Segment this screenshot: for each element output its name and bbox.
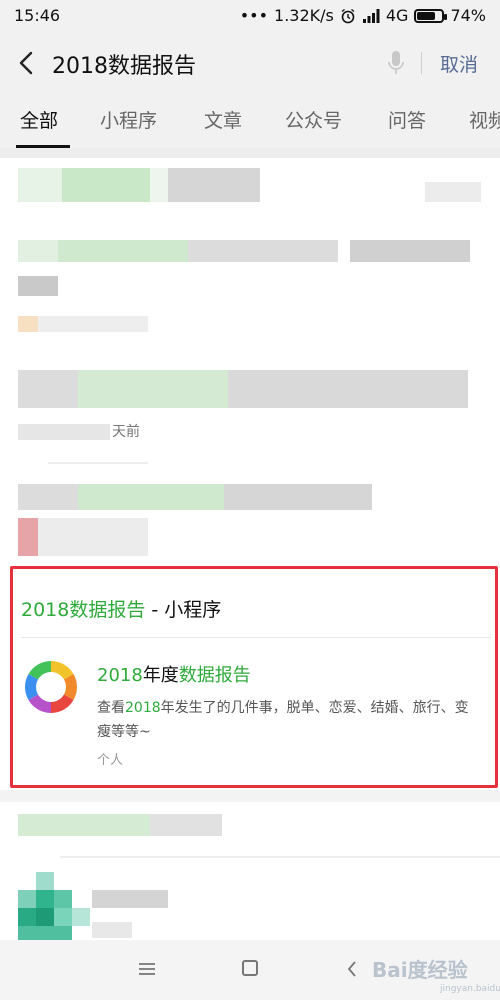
- app-description: 查看2018年发生了的几件事，脱单、恋爱、结婚、旅行、变瘦等等~: [97, 696, 481, 744]
- pixel-block: [168, 168, 260, 202]
- app-name-keyword: 数据报告: [178, 665, 251, 686]
- app-account-type: 个人: [97, 753, 124, 768]
- section-gap: [0, 790, 500, 802]
- network-speed: 1.32K/s: [274, 6, 334, 25]
- app-name-year: 2018: [97, 665, 143, 686]
- tab-videos[interactable]: 视频: [469, 106, 500, 133]
- section-title[interactable]: 2018数据报告 - 小程序: [21, 595, 221, 622]
- pixel-block: [38, 316, 148, 332]
- pixel-block: [62, 168, 150, 202]
- tab-mini-programs[interactable]: 小程序: [100, 106, 157, 133]
- pixel-block: [18, 518, 38, 556]
- pixel-block: [150, 168, 168, 202]
- pixel-block: [38, 518, 148, 556]
- section-separator: [0, 148, 500, 158]
- pixel-block: [18, 484, 78, 510]
- status-time: 15:46: [14, 6, 61, 25]
- pixel-block: [350, 240, 470, 262]
- pixel-block: [228, 370, 468, 408]
- app-name-mid: 年度: [142, 665, 179, 686]
- system-nav-bar: Bai度经验 jingyan.baidu.com: [0, 940, 500, 1000]
- battery-icon: [414, 8, 448, 23]
- pixel-block: [224, 484, 372, 510]
- signal-dots: •••: [239, 6, 269, 25]
- pixel-block: [18, 240, 58, 262]
- network-type: 4G: [385, 6, 409, 25]
- category-tabs: 全部 小程序 文章 公众号 问答 视频: [0, 92, 500, 148]
- watermark-logo: Bai度经验: [372, 958, 468, 982]
- signal-icon: [362, 8, 380, 23]
- tab-qa[interactable]: 问答: [388, 106, 426, 133]
- pixel-block: [18, 908, 36, 926]
- app-logo-icon[interactable]: [23, 659, 79, 715]
- status-right-group: ••• 1.32K/s 4G 74%: [240, 6, 486, 25]
- battery-percent: 74%: [450, 6, 486, 25]
- tab-official-accounts[interactable]: 公众号: [285, 106, 342, 133]
- pixel-block: [60, 856, 500, 858]
- pixel-block: [54, 890, 72, 908]
- home-icon[interactable]: [242, 960, 258, 976]
- tab-all[interactable]: 全部: [20, 106, 58, 133]
- pixel-block: [36, 908, 54, 926]
- pixel-block: [72, 908, 90, 926]
- search-input[interactable]: 2018数据报告: [52, 48, 196, 80]
- alarm-icon: [341, 8, 355, 23]
- pixel-block: [425, 182, 481, 202]
- header-divider: [421, 52, 422, 74]
- app-name[interactable]: 2018年度数据报告: [97, 661, 251, 687]
- pixel-block: [18, 316, 38, 332]
- tab-articles[interactable]: 文章: [204, 106, 242, 133]
- pixel-block: [36, 872, 54, 890]
- watermark-url: jingyan.baidu.com: [440, 984, 500, 994]
- section-title-suffix: - 小程序: [145, 599, 222, 621]
- pixel-block: [78, 484, 224, 510]
- section-divider: [21, 637, 491, 638]
- back-arrow-icon[interactable]: [14, 48, 40, 78]
- pixel-block: [18, 926, 72, 940]
- nav-back-icon[interactable]: [345, 960, 359, 978]
- pixel-block: [48, 462, 148, 464]
- search-header: 2018数据报告 取消: [0, 34, 500, 92]
- pixel-block: [18, 168, 62, 202]
- pixel-block: [58, 240, 188, 262]
- microphone-icon[interactable]: [387, 50, 405, 76]
- pixel-block: [54, 908, 72, 926]
- menu-icon[interactable]: [138, 962, 156, 976]
- pixel-block: [92, 922, 132, 938]
- pixel-block: [18, 814, 150, 836]
- pixel-block: [150, 814, 222, 836]
- pixel-block: [18, 424, 110, 440]
- section-title-keyword: 2018数据报告: [21, 599, 146, 621]
- pixel-block: [18, 370, 78, 408]
- cancel-button[interactable]: 取消: [440, 50, 478, 77]
- app-desc-keyword: 2018: [125, 700, 161, 716]
- result-time-fragment: 天前: [112, 424, 140, 440]
- pixel-block: [18, 890, 36, 908]
- mini-program-section: 2018数据报告 - 小程序 2018年度数据报告 查看2018年发生了的几件事…: [10, 566, 498, 788]
- pixel-block: [18, 276, 58, 296]
- pixel-block: [78, 370, 228, 408]
- app-desc-prefix: 查看: [97, 700, 125, 716]
- pixel-block: [188, 240, 338, 262]
- status-bar: 15:46 ••• 1.32K/s 4G 74%: [0, 0, 500, 34]
- pixel-block: [92, 890, 168, 908]
- pixel-block: [36, 890, 54, 908]
